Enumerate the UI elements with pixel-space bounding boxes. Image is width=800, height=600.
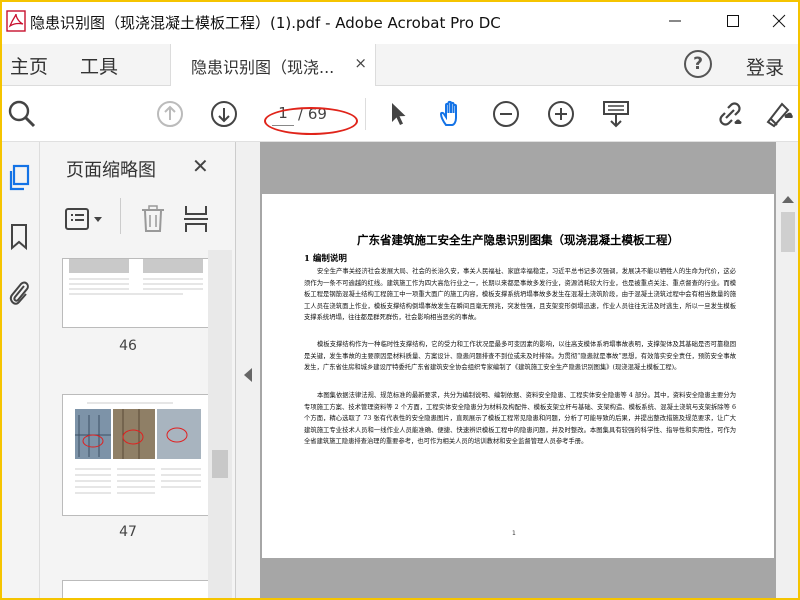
zoom-in-icon[interactable]: [545, 98, 577, 130]
previous-page-icon[interactable]: [154, 98, 186, 130]
main-toolbar: 1 / 69: [0, 86, 800, 142]
thumbnails-panel: 页面缩略图 ✕ 46 47: [40, 142, 236, 600]
fit-page-icon[interactable]: [600, 98, 632, 130]
window-title: 隐患识别图（现浇混凝土模板工程）(1).pdf - Adobe Acrobat …: [30, 14, 501, 32]
bookmarks-icon[interactable]: [6, 222, 32, 252]
share-link-icon[interactable]: [714, 98, 746, 130]
panel-tools-divider: [120, 198, 121, 234]
signature-icon[interactable]: [762, 98, 794, 130]
paragraph-2: 模板支撑结构作为一种临时性支撑结构，它的受力和工作状况是最多可变因素的影响，以往…: [304, 341, 736, 372]
page-thumbnail-47[interactable]: [62, 394, 210, 516]
login-button[interactable]: 登录: [746, 53, 784, 80]
panel-title: 页面缩略图: [66, 160, 156, 181]
attachments-icon[interactable]: [6, 278, 32, 308]
zoom-search-icon[interactable]: [6, 98, 38, 130]
pdf-page: 广东省建筑施工安全生产隐患识别图集（现浇混凝土模板工程） 1 编制说明 安全生产…: [262, 194, 774, 558]
panel-scrollbar-thumb[interactable]: [212, 450, 228, 478]
document-tab-label: 隐患识别图（现浇...: [191, 58, 335, 77]
document-tab-close-icon[interactable]: ×: [354, 54, 367, 72]
zoom-out-icon[interactable]: [490, 98, 522, 130]
document-heading: 广东省建筑施工安全生产隐患识别图集（现浇混凝土模板工程）: [357, 233, 679, 247]
menu-tools[interactable]: 工具: [80, 52, 118, 79]
menu-tab-bar: 主页 工具 隐患识别图（现浇... × ? 登录: [0, 44, 800, 86]
page-thumbnail-48[interactable]: [62, 580, 210, 600]
section-heading: 1 编制说明: [304, 254, 347, 264]
page-number-highlight: [264, 107, 358, 135]
toolbar-divider: [365, 98, 366, 130]
panel-toolbar: [64, 198, 214, 238]
help-button[interactable]: ?: [684, 50, 712, 78]
close-window-button[interactable]: [764, 8, 794, 34]
thumbnail-label-46: 46: [119, 338, 137, 354]
acrobat-app-icon: [6, 10, 26, 32]
panel-close-icon[interactable]: ✕: [192, 154, 209, 178]
menu-home[interactable]: 主页: [10, 52, 48, 79]
thumbnail-options-icon[interactable]: [64, 206, 106, 236]
minimize-button[interactable]: [660, 8, 690, 34]
insert-page-icon[interactable]: [182, 204, 210, 238]
page-footer-number: 1: [512, 530, 516, 537]
paragraph-3: 本图集依据法律法规、规范标准的最新要求，共分为编制说明、编制依据、资料安全隐患、…: [304, 392, 736, 446]
page-thumbnail-46[interactable]: [62, 258, 210, 328]
next-page-icon[interactable]: [208, 98, 240, 130]
paragraph-1: 安全生产事关经济社会发展大局、社会的长治久安，事关人民福祉、家庭幸福稳定，习近平…: [304, 268, 736, 322]
select-cursor-icon[interactable]: [382, 98, 414, 130]
page-thumbnails-icon[interactable]: [6, 164, 32, 194]
left-rail: [0, 142, 40, 600]
scroll-up-arrow-icon[interactable]: [782, 196, 794, 203]
maximize-button[interactable]: [718, 8, 748, 34]
panel-scrollbar[interactable]: [208, 250, 232, 600]
hand-tool-icon[interactable]: [436, 98, 468, 130]
title-bar: 隐患识别图（现浇混凝土模板工程）(1).pdf - Adobe Acrobat …: [0, 0, 800, 44]
document-scrollbar[interactable]: [776, 142, 800, 600]
document-tab[interactable]: 隐患识别图（现浇... ×: [170, 44, 376, 86]
delete-page-icon[interactable]: [140, 204, 166, 238]
document-scrollbar-thumb[interactable]: [781, 212, 795, 252]
thumbnail-label-47: 47: [119, 524, 137, 540]
collapse-panel-arrow-icon[interactable]: [244, 368, 252, 382]
